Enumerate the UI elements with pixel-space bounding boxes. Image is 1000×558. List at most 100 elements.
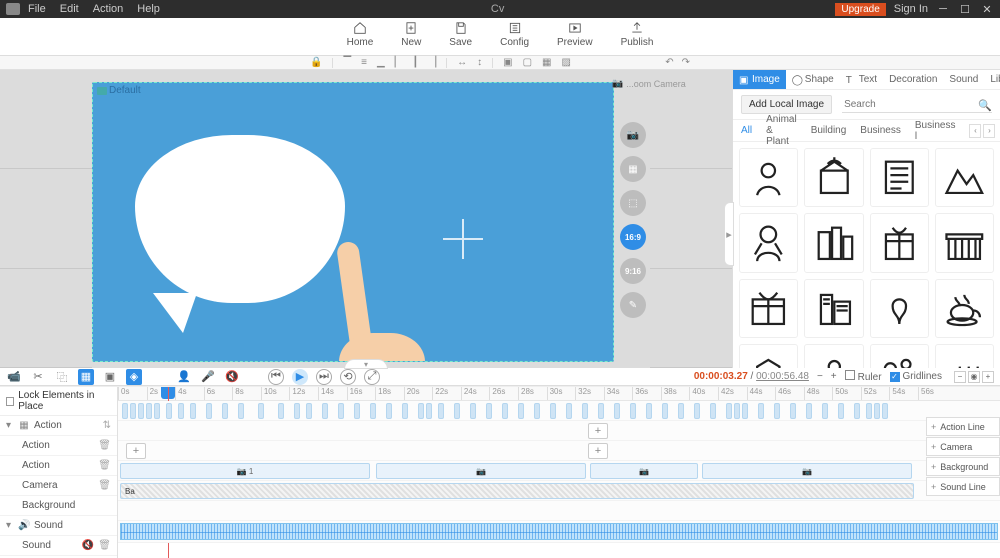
- safezone-tool-button[interactable]: ⬚: [620, 190, 646, 216]
- asset-thumb[interactable]: [739, 213, 798, 272]
- lock-elements-checkbox[interactable]: Lock Elements in Place: [0, 387, 117, 416]
- action-clip[interactable]: [734, 403, 740, 419]
- delete-icon[interactable]: 🗑: [98, 540, 111, 551]
- cat-prev[interactable]: ‹: [969, 124, 981, 138]
- track-header-action-sub[interactable]: Action🗑: [0, 456, 117, 476]
- asset-thumb[interactable]: [739, 148, 798, 207]
- action-clip[interactable]: [614, 403, 620, 419]
- add-clip-button[interactable]: +: [588, 443, 608, 459]
- action-clip[interactable]: [550, 403, 556, 419]
- delete-icon[interactable]: 🗑: [98, 460, 111, 471]
- delete-icon[interactable]: 🗑: [98, 440, 111, 451]
- action-clip[interactable]: [138, 403, 144, 419]
- action-clip[interactable]: [630, 403, 636, 419]
- cut-icon[interactable]: ✂: [30, 369, 46, 385]
- action-clip[interactable]: [154, 403, 160, 419]
- sort-icon[interactable]: ⇅: [103, 420, 111, 431]
- action-clip[interactable]: [502, 403, 508, 419]
- timeline-tracks[interactable]: 0s2s4s6s8s10s12s14s16s18s20s22s24s26s28s…: [118, 387, 1000, 558]
- time-minus[interactable]: −: [817, 371, 823, 382]
- add-action-line[interactable]: Action Line: [926, 417, 1000, 436]
- preview-button[interactable]: Preview: [557, 20, 593, 55]
- action-clip[interactable]: [238, 403, 244, 419]
- track-header-sound[interactable]: ▾🔊Sound: [0, 516, 117, 536]
- action-clip[interactable]: [294, 403, 300, 419]
- cat-next[interactable]: ›: [983, 124, 995, 138]
- track-header-camera[interactable]: Camera🗑: [0, 476, 117, 496]
- cat-business[interactable]: Business: [860, 125, 901, 136]
- asset-thumb[interactable]: [935, 213, 994, 272]
- alignmid-icon[interactable]: ≡: [361, 57, 367, 68]
- action-clip[interactable]: [806, 403, 812, 419]
- action-clip[interactable]: [678, 403, 684, 419]
- tab-sound[interactable]: Sound: [943, 70, 984, 89]
- action-clip[interactable]: [426, 403, 432, 419]
- action-clip[interactable]: [854, 403, 860, 419]
- gridlines-checkbox[interactable]: ✓Gridlines: [890, 371, 942, 382]
- save-button[interactable]: Save: [449, 20, 472, 55]
- record-icon[interactable]: 📹: [6, 369, 22, 385]
- action-clip[interactable]: [822, 403, 828, 419]
- asset-thumb[interactable]: [804, 148, 863, 207]
- asset-thumb[interactable]: [935, 148, 994, 207]
- action-clip[interactable]: [306, 403, 312, 419]
- action-clip[interactable]: [338, 403, 344, 419]
- aspect-9-16-button[interactable]: 9:16: [620, 258, 646, 284]
- cat-business2[interactable]: Business l: [915, 120, 956, 142]
- action-clip[interactable]: [662, 403, 668, 419]
- asset-thumb[interactable]: [804, 279, 863, 338]
- track-sound-header[interactable]: [118, 501, 1000, 521]
- bringfront-icon[interactable]: ▣: [503, 57, 512, 68]
- track-action-sub[interactable]: +: [118, 421, 1000, 441]
- action-clip[interactable]: [454, 403, 460, 419]
- mic-icon[interactable]: 🎤: [200, 369, 216, 385]
- action-clip[interactable]: [418, 403, 424, 419]
- action-clip[interactable]: [278, 403, 284, 419]
- action-clip[interactable]: [566, 403, 572, 419]
- delete-icon[interactable]: 🗑: [98, 480, 111, 491]
- tab-shape[interactable]: ◯Shape: [786, 70, 840, 89]
- background-clip[interactable]: Ba: [120, 483, 914, 499]
- action-clip[interactable]: [190, 403, 196, 419]
- action-clip[interactable]: [322, 403, 328, 419]
- asset-thumb[interactable]: [804, 344, 863, 368]
- action-clip[interactable]: [598, 403, 604, 419]
- action-clip[interactable]: [470, 403, 476, 419]
- timeline-ruler[interactable]: 0s2s4s6s8s10s12s14s16s18s20s22s24s26s28s…: [118, 387, 1000, 401]
- time-plus[interactable]: +: [831, 371, 837, 382]
- search-icon[interactable]: 🔍: [978, 99, 992, 112]
- action-clip[interactable]: [710, 403, 716, 419]
- asset-thumb[interactable]: [870, 279, 929, 338]
- distribute-h-icon[interactable]: ↔: [457, 57, 467, 68]
- add-background-line[interactable]: Background: [926, 457, 1000, 476]
- track-action[interactable]: [118, 401, 1000, 421]
- tab-image[interactable]: ▣Image: [733, 70, 786, 89]
- redo-icon[interactable]: ↷: [682, 57, 690, 68]
- asset-thumb[interactable]: [870, 344, 929, 368]
- zoom-out-icon[interactable]: −: [954, 371, 966, 383]
- play-button[interactable]: ▶: [292, 369, 308, 385]
- action-clip[interactable]: [386, 403, 392, 419]
- config-button[interactable]: Config: [500, 20, 529, 55]
- upgrade-button[interactable]: Upgrade: [835, 3, 885, 16]
- group-icon[interactable]: ▦: [542, 57, 551, 68]
- asset-thumb[interactable]: [804, 213, 863, 272]
- tab-text[interactable]: TText: [840, 70, 883, 89]
- action-clip[interactable]: [758, 403, 764, 419]
- menu-edit[interactable]: Edit: [60, 3, 79, 15]
- layers-icon[interactable]: ◈: [126, 369, 142, 385]
- cat-building[interactable]: Building: [811, 125, 847, 136]
- camera-clip[interactable]: 📷: [376, 463, 586, 479]
- copy-icon[interactable]: ⿻: [54, 369, 70, 385]
- clipboard-icon[interactable]: ▣: [102, 369, 118, 385]
- alignbot-icon[interactable]: ▁: [377, 57, 385, 68]
- action-clip[interactable]: [694, 403, 700, 419]
- action-clip[interactable]: [130, 403, 136, 419]
- camera-tool-button[interactable]: 📷: [620, 122, 646, 148]
- audio-waveform[interactable]: [120, 523, 998, 540]
- add-camera-line[interactable]: Camera: [926, 437, 1000, 456]
- track-camera[interactable]: 📷 1 📷 📷 📷: [118, 461, 1000, 481]
- canvas-area[interactable]: Default 📷...oom Camera 📷 ▦ ⬚ 16:9 9:16 ✎…: [0, 70, 732, 368]
- hand-image[interactable]: [325, 235, 435, 362]
- edit-tool-button[interactable]: ✎: [620, 292, 646, 318]
